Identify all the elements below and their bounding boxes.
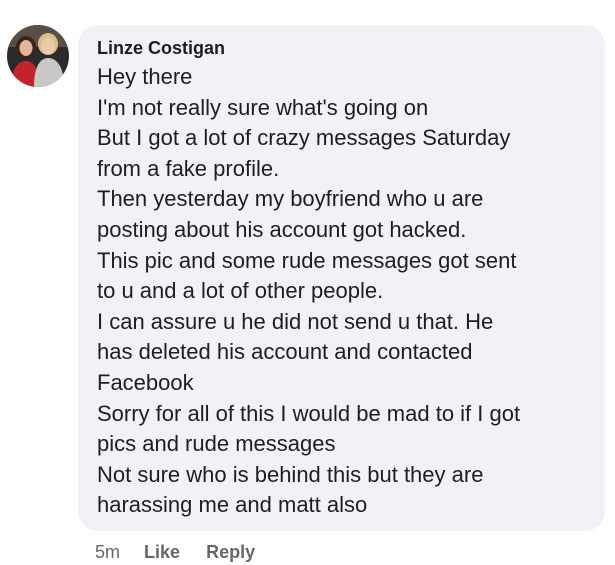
comment-line: I'm not really sure what's going on xyxy=(97,94,429,120)
comment-line: posting about his account got hacked. xyxy=(97,216,467,242)
comment-line: Sorry for all of this I would be mad to … xyxy=(97,400,521,426)
comment-actions: 5m Like Reply xyxy=(95,540,276,564)
comment-line: Facebook xyxy=(97,369,194,395)
comment-screen: Linze Costigan Hey there I'm not really … xyxy=(0,0,615,565)
comment-line: But I got a lot of crazy messages Saturd… xyxy=(97,125,511,151)
like-button[interactable]: Like xyxy=(144,542,180,562)
comment-bubble: Linze Costigan Hey there I'm not really … xyxy=(78,25,605,531)
comment-line: from a fake profile. xyxy=(97,155,280,181)
comment-line: This pic and some rude messages got sent xyxy=(97,247,517,273)
comment-line: Hey there xyxy=(97,64,193,89)
comment-timestamp[interactable]: 5m xyxy=(95,542,120,562)
comment-line: has deleted his account and contacted xyxy=(97,339,473,365)
comment-line: Then yesterday my boyfriend who u are xyxy=(97,186,484,212)
reply-button[interactable]: Reply xyxy=(206,542,255,562)
comment-line: I can assure u he did not send u that. H… xyxy=(97,308,494,334)
comment-line: pics and rude messages xyxy=(97,431,336,457)
avatar[interactable] xyxy=(7,25,69,87)
comment-line: to u and a lot of other people. xyxy=(97,278,384,304)
profile-photo-icon xyxy=(7,25,69,87)
comment-line: Not sure who is behind this but they are xyxy=(97,461,484,487)
comment-line: harassing me and matt also xyxy=(97,492,368,518)
comment-author[interactable]: Linze Costigan xyxy=(97,35,593,61)
